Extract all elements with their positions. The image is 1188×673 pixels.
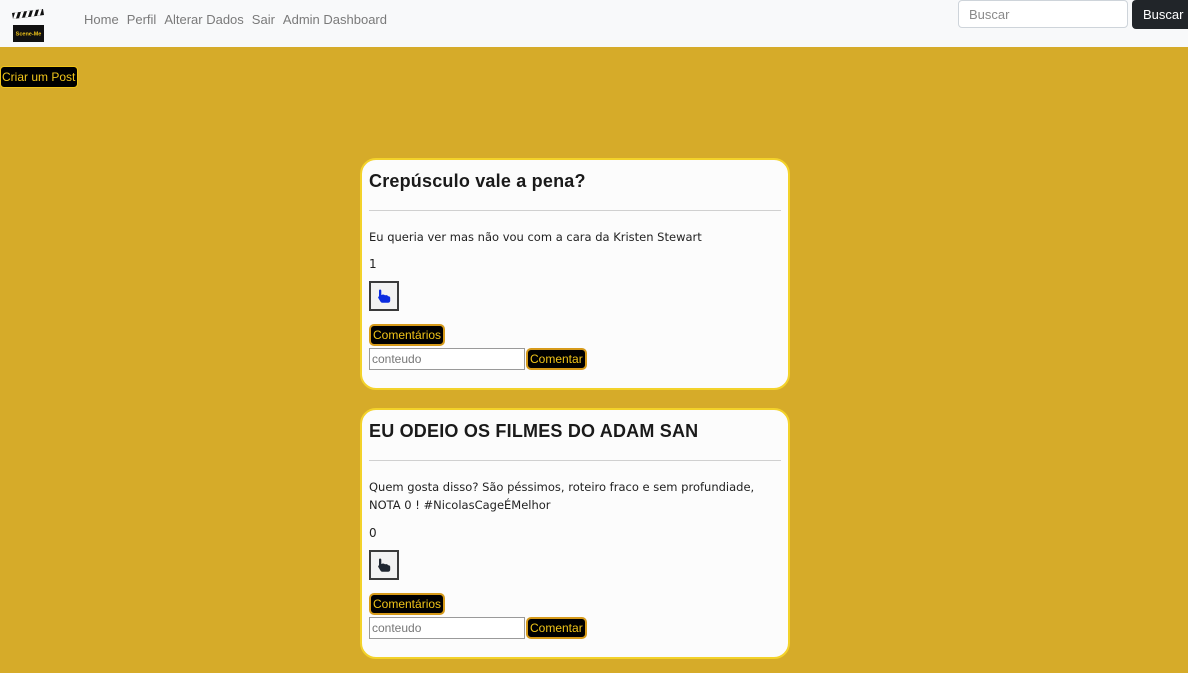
post-body: Quem gosta disso? São péssimos, roteiro … [369,480,755,512]
nav-perfil[interactable]: Perfil [127,12,157,28]
like-count: 1 [369,257,377,271]
search-input[interactable] [958,0,1128,28]
nav-links: Home Perfil Alterar Dados Sair Admin Das… [84,12,387,28]
post-divider [369,210,781,211]
post-card: EU ODEIO OS FILMES DO ADAM SAN Quem gost… [360,408,790,659]
site-logo[interactable]: Scene-Me [10,8,46,44]
nav-admin-dashboard[interactable]: Admin Dashboard [283,12,387,28]
comments-button[interactable]: Comentários [369,593,446,615]
search-button[interactable]: Buscar [1132,0,1188,29]
comment-submit-button[interactable]: Comentar [526,617,587,639]
comment-input[interactable] [369,617,525,639]
nav-home[interactable]: Home [84,12,119,28]
comment-submit-button[interactable]: Comentar [526,348,587,370]
create-post-button[interactable]: Criar um Post [0,66,79,88]
logo-text: Scene-Me [16,32,42,38]
nav-sair[interactable]: Sair [252,12,275,28]
post-title: EU ODEIO OS FILMES DO ADAM SAN [369,421,699,441]
hand-pointer-icon [378,558,391,572]
hand-pointer-icon [378,289,391,303]
comment-input[interactable] [369,348,525,370]
navbar: Scene-Me Home Perfil Alterar Dados Sair … [0,0,1188,47]
nav-alterar-dados[interactable]: Alterar Dados [164,12,243,28]
like-count: 0 [369,526,377,540]
post-body: Eu queria ver mas não vou com a cara da … [369,230,702,244]
post-card: Crepúsculo vale a pena? Eu queria ver ma… [360,158,790,390]
post-title: Crepúsculo vale a pena? [369,171,586,191]
comments-button[interactable]: Comentários [369,324,446,346]
like-button[interactable] [369,550,399,580]
post-divider [369,460,781,461]
like-button[interactable] [369,281,399,311]
